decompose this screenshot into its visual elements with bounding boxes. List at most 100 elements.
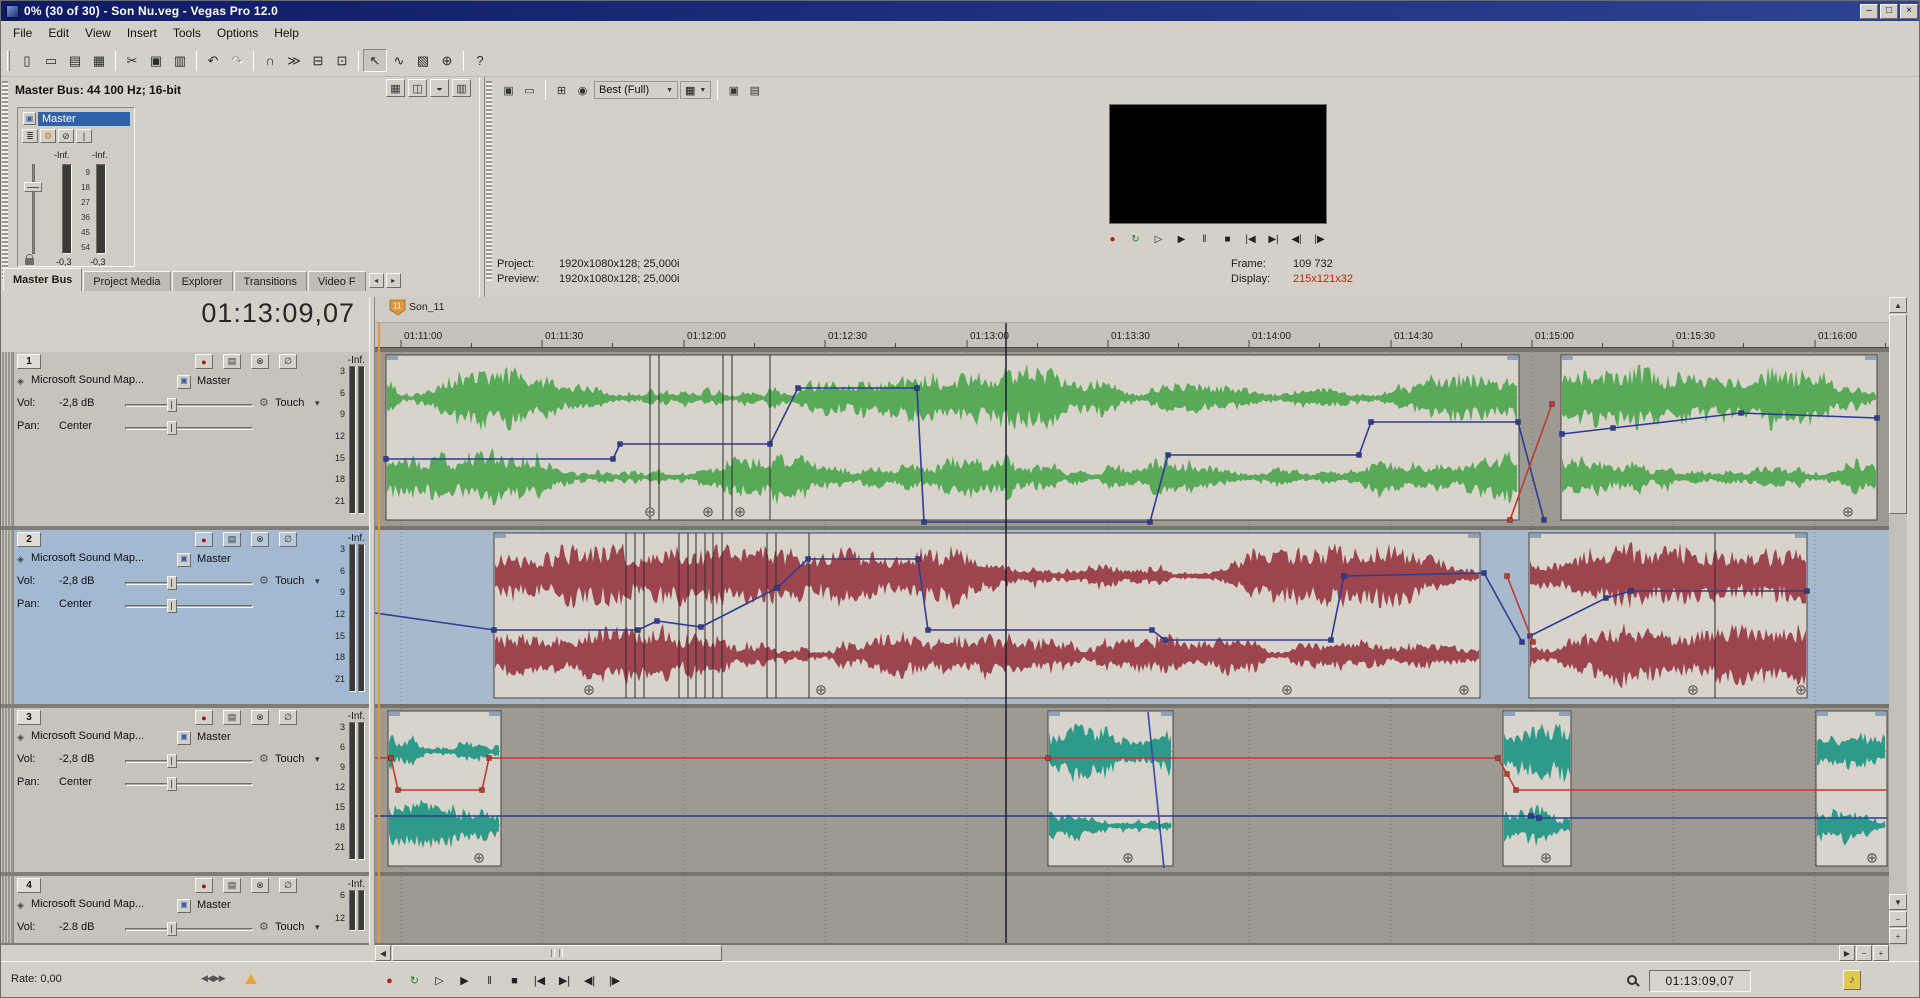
menu-edit[interactable]: Edit — [40, 23, 77, 43]
envelope-point[interactable] — [492, 628, 497, 633]
pan-slider-thumb[interactable] — [167, 777, 177, 791]
envelope-point[interactable] — [396, 788, 401, 793]
video-output-icon[interactable]: ▣ — [499, 81, 518, 99]
fade-in-handle[interactable] — [1562, 356, 1573, 360]
stop-button[interactable]: ■ — [1216, 229, 1239, 249]
audio-event[interactable] — [386, 355, 1519, 520]
copy-snapshot-icon[interactable]: ▣ — [724, 81, 743, 99]
copy-icon[interactable]: ▣ — [144, 49, 168, 72]
fade-out-handle[interactable] — [1795, 534, 1806, 538]
master-fader-thumb[interactable] — [24, 182, 42, 192]
envelope-point[interactable] — [480, 788, 485, 793]
track-drag-handle[interactable] — [1, 530, 14, 704]
fx-icon[interactable]: ⚙ — [40, 129, 56, 143]
fade-out-handle[interactable] — [1865, 356, 1876, 360]
gear-icon[interactable]: ⚙ — [259, 396, 269, 409]
event-fx-icon[interactable] — [585, 686, 593, 694]
volume-slider-thumb[interactable] — [167, 922, 177, 936]
fade-in-handle[interactable] — [389, 712, 400, 716]
envelope-point[interactable] — [1046, 756, 1051, 761]
zoom-in-horizontal-button[interactable]: + — [1873, 945, 1889, 961]
previous-frame-button[interactable]: ◀| — [1285, 229, 1308, 249]
tab-master-bus[interactable]: Master Bus — [3, 268, 82, 291]
master-track-icon[interactable]: ▣ — [23, 112, 36, 125]
go-to-end-button[interactable]: ▶| — [1262, 229, 1285, 249]
event-fx-icon[interactable] — [736, 508, 744, 516]
vertical-scrollbar[interactable]: ▲ ▼ − + — [1889, 297, 1907, 945]
tab-explorer[interactable]: Explorer — [172, 271, 233, 291]
loop-playback-button[interactable]: ↻ — [402, 968, 427, 993]
fade-out-handle[interactable] — [1468, 534, 1479, 538]
horizontal-scrollbar[interactable]: ◀ ▶ − + — [375, 945, 1889, 961]
arm-for-record-button[interactable]: ● — [195, 710, 213, 725]
fade-in-handle[interactable] — [387, 356, 398, 360]
fade-out-handle[interactable] — [1559, 712, 1570, 716]
pan-slider[interactable] — [125, 427, 253, 430]
envelope-point[interactable] — [1150, 628, 1155, 633]
event-fx-icon[interactable] — [475, 854, 483, 862]
envelope-point[interactable] — [1482, 571, 1487, 576]
overlay-options-dropdown[interactable]: ▦▼ — [680, 81, 711, 99]
track-solo-button[interactable]: ∅ — [279, 354, 297, 369]
next-frame-button[interactable]: |▶ — [602, 968, 627, 993]
track-automation-settings-button[interactable]: ▤ — [223, 532, 241, 547]
track-solo-button[interactable]: ∅ — [279, 878, 297, 893]
track-mute-button[interactable]: ⊗ — [251, 710, 269, 725]
automation-mode-dropdown[interactable]: Touch — [275, 921, 304, 933]
event-fx-icon[interactable] — [817, 686, 825, 694]
pan-slider-thumb[interactable] — [167, 599, 177, 613]
zoom-out-vertical-button[interactable]: − — [1889, 911, 1907, 927]
marker-bar[interactable] — [375, 297, 1889, 323]
paste-icon[interactable]: ▥ — [168, 49, 192, 72]
track-solo-button[interactable]: ∅ — [279, 532, 297, 547]
auto-ripple-icon[interactable]: ≫ — [282, 49, 306, 72]
safe-area-icon[interactable]: ◉ — [573, 81, 592, 99]
save-project-icon[interactable]: ▤ — [63, 49, 87, 72]
envelope-point[interactable] — [915, 386, 920, 391]
gear-icon[interactable]: ⚙ — [259, 920, 269, 933]
track-drag-handle[interactable] — [1, 352, 14, 526]
redo-icon[interactable]: ↷ — [225, 49, 249, 72]
fade-out-handle[interactable] — [1161, 712, 1172, 716]
track-header-2[interactable]: 2●▤⊗∅-Inf.◈Microsoft Sound Map...▣Master… — [1, 530, 369, 704]
play-from-start-button[interactable]: ▷ — [427, 968, 452, 993]
event-fx-icon[interactable] — [1689, 686, 1697, 694]
envelope-point[interactable] — [636, 628, 641, 633]
maximize-button[interactable]: □ — [1880, 4, 1898, 19]
audio-status-icon[interactable]: ♪ — [1843, 970, 1861, 990]
master-strip-label[interactable]: Master — [38, 112, 130, 126]
zoom-edit-tool-icon[interactable]: ⊕ — [435, 49, 459, 72]
envelope-point[interactable] — [699, 625, 704, 630]
tab-project-media[interactable]: Project Media — [83, 271, 170, 291]
project-properties-icon[interactable]: ▦ — [87, 49, 111, 72]
phase-icon[interactable]: | — [76, 129, 92, 143]
toolbar-grip[interactable] — [7, 51, 10, 71]
envelope-point[interactable] — [1739, 411, 1744, 416]
envelope-point[interactable] — [655, 619, 660, 624]
cut-icon[interactable]: ✂ — [120, 49, 144, 72]
lock-icon[interactable] — [25, 258, 34, 265]
envelope-edit-tool-icon[interactable]: ∿ — [387, 49, 411, 72]
menu-view[interactable]: View — [77, 23, 119, 43]
bus-assignment-icon[interactable]: ▣ — [177, 899, 191, 913]
transport-time-display[interactable]: 01:13:09,07 — [1649, 970, 1751, 992]
envelope-point[interactable] — [389, 756, 394, 761]
meter-options-icon[interactable]: ▥ — [452, 79, 471, 97]
envelope-point[interactable] — [1163, 638, 1168, 643]
envelope-point[interactable] — [1505, 574, 1510, 579]
menu-insert[interactable]: Insert — [119, 23, 165, 43]
scroll-right-button[interactable]: ▶ — [1839, 945, 1855, 961]
bus-assignment-icon[interactable]: ▣ — [177, 553, 191, 567]
timeline-canvas[interactable]: 01:11:0001:11:3001:12:0001:12:3001:13:00… — [375, 297, 1889, 945]
track-mute-button[interactable]: ⊗ — [251, 354, 269, 369]
volume-slider-thumb[interactable] — [167, 576, 177, 590]
envelope-point[interactable] — [1875, 416, 1880, 421]
envelope-point[interactable] — [1537, 816, 1542, 821]
record-button[interactable]: ● — [377, 968, 402, 993]
external-monitor-icon[interactable]: ▭ — [520, 81, 539, 99]
envelope-point[interactable] — [1529, 814, 1534, 819]
tab-scroll-right-icon[interactable]: ▸ — [386, 273, 401, 288]
envelope-point[interactable] — [1531, 640, 1536, 645]
scroll-down-button[interactable]: ▼ — [1889, 894, 1907, 910]
envelope-point[interactable] — [1514, 788, 1519, 793]
